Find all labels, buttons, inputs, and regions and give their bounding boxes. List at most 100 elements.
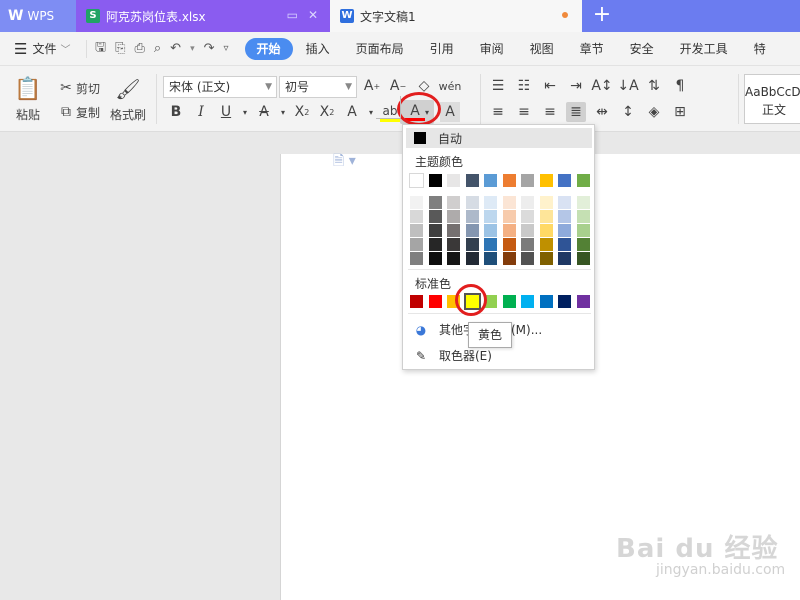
theme-shade-swatch[interactable] (410, 210, 423, 223)
theme-shade-swatch[interactable] (521, 238, 534, 251)
italic-icon[interactable]: I (191, 102, 211, 122)
sort-icon[interactable]: ↓A (617, 76, 638, 96)
tab-developer[interactable]: 开发工具 (667, 40, 741, 57)
theme-color-swatch[interactable] (428, 174, 442, 187)
tab-review[interactable]: 审阅 (467, 40, 517, 57)
justify-icon[interactable]: ≣ (566, 102, 586, 122)
theme-shade-swatch[interactable] (576, 210, 590, 223)
theme-shade-swatch[interactable] (428, 224, 442, 237)
strikethrough-dropdown-icon[interactable]: ▾ (279, 102, 287, 122)
decrease-indent-icon[interactable]: ⇤ (540, 76, 560, 96)
theme-shade-swatch[interactable] (576, 224, 590, 237)
eyedropper-option[interactable]: ✎ 取色器(E) (413, 347, 492, 364)
theme-shade-swatch[interactable] (539, 224, 553, 237)
standard-color-swatch[interactable] (558, 295, 571, 308)
char-shading-icon[interactable]: A (440, 102, 460, 122)
tab-references[interactable]: 引用 (417, 40, 467, 57)
standard-color-swatch[interactable] (521, 295, 534, 308)
theme-shade-swatch[interactable] (465, 252, 479, 265)
text-effect-icon[interactable]: A (342, 102, 362, 122)
subscript-icon[interactable]: X2 (317, 102, 337, 122)
shading-icon[interactable]: ◈ (644, 102, 664, 122)
theme-shade-swatch[interactable] (484, 196, 497, 209)
standard-color-swatch[interactable] (502, 295, 516, 308)
theme-shade-swatch[interactable] (447, 238, 460, 251)
theme-color-swatch[interactable] (576, 174, 590, 187)
theme-shade-swatch[interactable] (484, 224, 497, 237)
increase-indent-icon[interactable]: ⇥ (566, 76, 586, 96)
underline-icon[interactable]: U (216, 102, 236, 122)
theme-shade-swatch[interactable] (428, 252, 442, 265)
paragraph-spacing-icon[interactable]: ↕ (618, 102, 638, 122)
paragraph-layout-icon[interactable]: 🗎 ▾ (333, 150, 356, 174)
theme-shade-swatch[interactable] (465, 238, 479, 251)
customize-toolbar-icon[interactable]: ▿ (224, 43, 229, 54)
tab-special[interactable]: 特 (741, 40, 779, 57)
theme-shade-swatch[interactable] (558, 238, 571, 251)
text-effect-dropdown-icon[interactable]: ▾ (367, 102, 375, 122)
theme-color-swatch[interactable] (484, 174, 497, 187)
theme-shade-swatch[interactable] (410, 196, 423, 209)
font-name-select[interactable]: 宋体 (正文) ▼ (163, 76, 277, 98)
theme-shade-swatch[interactable] (576, 196, 590, 209)
theme-shade-swatch[interactable] (558, 224, 571, 237)
undo-dropdown-icon[interactable]: ▾ (190, 44, 195, 54)
theme-shade-swatch[interactable] (502, 210, 516, 223)
theme-color-swatch[interactable] (539, 174, 553, 187)
theme-shade-swatch[interactable] (558, 196, 571, 209)
theme-shade-swatch[interactable] (539, 238, 553, 251)
theme-shade-swatch[interactable] (484, 252, 497, 265)
theme-shade-swatch[interactable] (447, 210, 460, 223)
bullet-list-icon[interactable]: ☰ (488, 76, 508, 96)
theme-shade-swatch[interactable] (410, 252, 423, 265)
theme-color-swatch[interactable] (409, 173, 424, 188)
theme-shade-swatch[interactable] (465, 224, 479, 237)
strikethrough-icon[interactable]: A (254, 102, 274, 122)
tab-insert[interactable]: 插入 (293, 40, 343, 57)
theme-shade-swatch[interactable] (465, 210, 479, 223)
shrink-font-icon[interactable]: A − (388, 76, 408, 96)
theme-shade-swatch[interactable] (428, 238, 442, 251)
tab-view[interactable]: 视图 (517, 40, 567, 57)
theme-shade-swatch[interactable] (502, 238, 516, 251)
print-preview-icon[interactable]: ⌕ (154, 41, 161, 56)
tab-security[interactable]: 安全 (617, 40, 667, 57)
theme-color-swatch[interactable] (502, 174, 516, 187)
theme-shade-swatch[interactable] (576, 238, 590, 251)
tab-page-layout[interactable]: 页面布局 (343, 40, 417, 57)
theme-shade-swatch[interactable] (428, 210, 442, 223)
theme-shade-swatch[interactable] (428, 196, 442, 209)
export-icon[interactable]: ⎘ (115, 41, 125, 56)
line-spacing-icon[interactable]: ⇅ (644, 76, 664, 96)
theme-shade-swatch[interactable] (502, 252, 516, 265)
text-direction-icon[interactable]: A↕ (591, 76, 612, 96)
style-normal[interactable]: AaBbCcDd 正文 (744, 74, 800, 124)
tab-xlsx-file[interactable]: S 阿克苏岗位表.xlsx ▭ ✕ (76, 0, 330, 32)
auto-color-option[interactable]: 自动 (406, 128, 592, 148)
align-right-icon[interactable]: ≡ (540, 102, 560, 122)
standard-color-swatch[interactable] (410, 295, 423, 308)
standard-color-swatch[interactable] (539, 295, 553, 308)
theme-shade-swatch[interactable] (539, 252, 553, 265)
theme-shade-swatch[interactable] (410, 238, 423, 251)
theme-shade-swatch[interactable] (521, 196, 534, 209)
distribute-icon[interactable]: ⇹ (592, 102, 612, 122)
redo-icon[interactable]: ↷ (204, 41, 215, 56)
cut-button[interactable]: ✂ 剪切 (56, 78, 100, 98)
theme-shade-swatch[interactable] (576, 252, 590, 265)
tab-chapter[interactable]: 章节 (567, 40, 617, 57)
underline-dropdown-icon[interactable]: ▾ (241, 102, 249, 122)
tab-document[interactable]: W 文字文稿1 (330, 0, 582, 32)
standard-color-swatch[interactable] (428, 295, 442, 308)
theme-shade-swatch[interactable] (502, 196, 516, 209)
save-icon[interactable]: 🖫 (95, 38, 106, 60)
format-painter-button[interactable]: 🖌 格式刷 (110, 76, 146, 123)
grow-font-icon[interactable]: A + (362, 76, 382, 96)
theme-shade-swatch[interactable] (410, 224, 423, 237)
new-tab-button[interactable]: + (582, 0, 622, 32)
tab-wps-home[interactable]: W WPS (0, 0, 76, 32)
copy-button[interactable]: ⧉ 复制 (56, 102, 100, 122)
border-icon[interactable]: ⊞ (670, 102, 690, 122)
theme-shade-swatch[interactable] (484, 210, 497, 223)
theme-color-swatch[interactable] (558, 174, 571, 187)
